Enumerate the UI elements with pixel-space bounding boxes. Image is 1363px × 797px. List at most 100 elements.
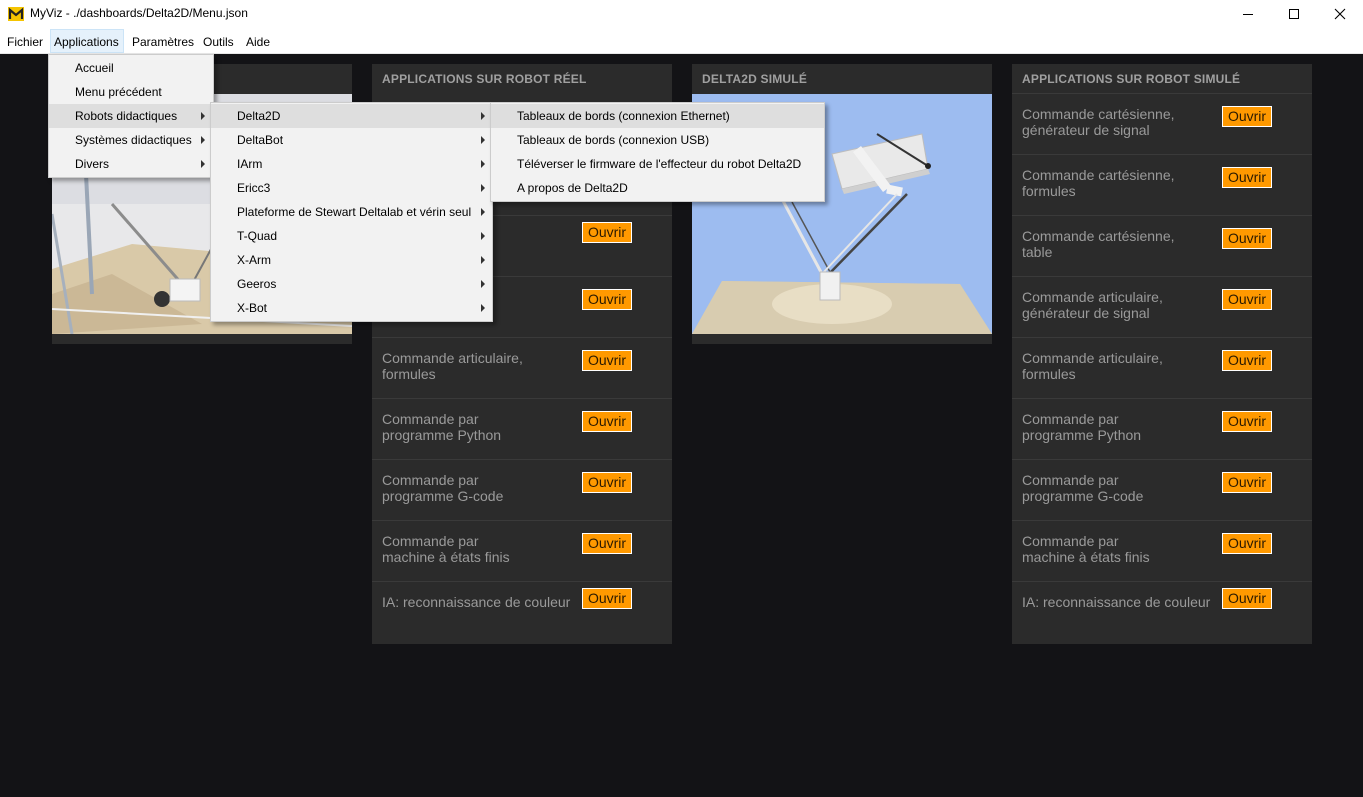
menu-item-label: Plateforme de Stewart Deltalab et vérin … (237, 205, 472, 219)
menu-fichier[interactable]: Fichier (7, 35, 43, 49)
menu-item-menu_applications-1[interactable]: Menu précédent (49, 80, 213, 104)
menu-item-label: Delta2D (237, 109, 281, 123)
app-label: Commande par machine à états finis (382, 533, 577, 565)
app-label: Commande articulaire, générateur de signa… (1022, 289, 1217, 321)
menu-item-menu_applications-0[interactable]: Accueil (49, 56, 213, 80)
app-label-line1: Commande articulaire, (1022, 289, 1163, 305)
menu-item-label: Téléverser le firmware de l'effecteur du… (517, 157, 802, 171)
menu-outils[interactable]: Outils (203, 35, 234, 49)
open-button[interactable]: Ouvrir (1222, 167, 1272, 188)
panel-sim-apps: APPLICATIONS SUR ROBOT SIMULÉ Commande c… (1012, 64, 1312, 644)
app-label-line1: Commande cartésienne, (1022, 228, 1175, 244)
menu-item-label: T-Quad (237, 229, 278, 243)
app-row: Commande articulaire, formules Ouvrir (372, 337, 672, 399)
open-button[interactable]: Ouvrir (582, 533, 632, 554)
minimize-button[interactable] (1225, 0, 1271, 28)
menu-item-menu_applications-3[interactable]: Systèmes didactiques (49, 128, 213, 152)
open-button[interactable]: Ouvrir (1222, 228, 1272, 249)
submenu-arrow-icon (481, 112, 485, 120)
menu-applications[interactable]: Applications (54, 35, 119, 49)
open-button[interactable]: Ouvrir (582, 289, 632, 310)
app-row: Commande par programme Python Ouvrir (372, 398, 672, 460)
app-row: Commande par programme Python Ouvrir (1012, 398, 1312, 460)
app-label: Commande par programme G-code (382, 472, 577, 504)
menu-item-menu_robots-6[interactable]: X-Arm (211, 248, 492, 272)
menu-parametres[interactable]: Paramètres (132, 35, 194, 49)
menu-item-menu_delta2d-2[interactable]: Téléverser le firmware de l'effecteur du… (491, 152, 824, 176)
open-button[interactable]: Ouvrir (582, 222, 632, 243)
menu-item-menu_robots-8[interactable]: X-Bot (211, 296, 492, 320)
app-row: Commande par programme G-code Ouvrir (372, 459, 672, 521)
app-label-line2: table (1022, 244, 1053, 260)
menu-item-menu_delta2d-1[interactable]: Tableaux de bords (connexion USB) (491, 128, 824, 152)
menu-item-menu_robots-2[interactable]: IArm (211, 152, 492, 176)
app-label: IA: reconnaissance de couleur (1022, 594, 1217, 610)
open-button[interactable]: Ouvrir (1222, 350, 1272, 371)
menu-item-label: Geeros (237, 277, 277, 291)
menu-item-label: Divers (75, 157, 110, 171)
menu-item-menu_applications-4[interactable]: Divers (49, 152, 213, 176)
app-label-line2: formules (1022, 183, 1076, 199)
open-button[interactable]: Ouvrir (1222, 411, 1272, 432)
menu-item-menu_applications-2[interactable]: Robots didactiques (49, 104, 213, 128)
app-row: Commande cartésienne, générateur de signa… (1012, 93, 1312, 155)
open-button[interactable]: Ouvrir (1222, 289, 1272, 310)
close-button[interactable] (1317, 0, 1363, 28)
app-label-line2: programme G-code (382, 488, 504, 504)
menu-item-menu_robots-0[interactable]: Delta2D (211, 104, 492, 128)
menu-item-menu_robots-3[interactable]: Ericc3 (211, 176, 492, 200)
open-button[interactable]: Ouvrir (582, 588, 632, 609)
app-label-line1: IA: reconnaissance de couleur (1022, 594, 1211, 610)
maximize-button[interactable] (1271, 0, 1317, 28)
open-button[interactable]: Ouvrir (1222, 106, 1272, 127)
app-label: Commande articulaire, formules (382, 350, 577, 382)
open-button[interactable]: Ouvrir (1222, 588, 1272, 609)
app-label-line2: machine à états finis (1022, 549, 1150, 565)
app-label-line2: formules (382, 366, 436, 382)
open-button[interactable]: Ouvrir (1222, 472, 1272, 493)
app-label: Commande articulaire, formules (1022, 350, 1217, 382)
menu-item-label: Tableaux de bords (connexion USB) (517, 133, 710, 147)
submenu-arrow-icon (481, 304, 485, 312)
menu-item-menu_delta2d-0[interactable]: Tableaux de bords (connexion Ethernet) (491, 104, 824, 128)
open-button[interactable]: Ouvrir (582, 411, 632, 432)
app-row: Commande articulaire, générateur de signa… (1012, 276, 1312, 338)
app-row: Commande par machine à états finis Ouvrir (372, 520, 672, 582)
menu-item-label: Accueil (75, 61, 114, 75)
submenu-arrow-icon (481, 280, 485, 288)
app-label: IA: reconnaissance de couleur (382, 594, 577, 610)
robots-dropdown: Delta2D DeltaBot IArm Ericc3 Plateforme de S… (210, 102, 493, 322)
menu-item-label: X-Bot (237, 301, 268, 315)
menu-item-menu_robots-4[interactable]: Plateforme de Stewart Deltalab et vérin … (211, 200, 492, 224)
menu-item-menu_delta2d-3[interactable]: A propos de Delta2D (491, 176, 824, 200)
app-label-line1: Commande par (1022, 533, 1119, 549)
submenu-arrow-icon (481, 208, 485, 216)
app-label-line2: programme Python (382, 427, 502, 443)
menu-item-menu_robots-1[interactable]: DeltaBot (211, 128, 492, 152)
menu-aide[interactable]: Aide (246, 35, 270, 49)
open-button[interactable]: Ouvrir (582, 472, 632, 493)
app-label: Commande par machine à états finis (1022, 533, 1217, 565)
menu-item-label: X-Arm (237, 253, 271, 267)
close-icon (1334, 8, 1346, 20)
app-label-line2: programme Python (1022, 427, 1142, 443)
submenu-arrow-icon (481, 232, 485, 240)
open-button[interactable]: Ouvrir (582, 350, 632, 371)
open-button[interactable]: Ouvrir (1222, 533, 1272, 554)
menu-item-label: Systèmes didactiques (75, 133, 192, 147)
menu-item-menu_robots-5[interactable]: T-Quad (211, 224, 492, 248)
menu-item-label: Robots didactiques (75, 109, 178, 123)
app-label: Commande par programme Python (382, 411, 577, 443)
app-label-line1: Commande par (382, 533, 479, 549)
title-bar: MyViz - ./dashboards/Delta2D/Menu.json (0, 0, 1363, 28)
menu-item-label: IArm (237, 157, 263, 171)
submenu-arrow-icon (201, 160, 205, 168)
app-label-line1: Commande cartésienne, (1022, 167, 1175, 183)
app-label-line1: Commande par (382, 411, 479, 427)
submenu-arrow-icon (201, 112, 205, 120)
menu-item-menu_robots-7[interactable]: Geeros (211, 272, 492, 296)
app-label-line1: IA: reconnaissance de couleur (382, 594, 571, 610)
submenu-arrow-icon (481, 160, 485, 168)
menu-item-label: Ericc3 (237, 181, 271, 195)
app-row: IA: reconnaissance de couleur Ouvrir (372, 581, 672, 643)
